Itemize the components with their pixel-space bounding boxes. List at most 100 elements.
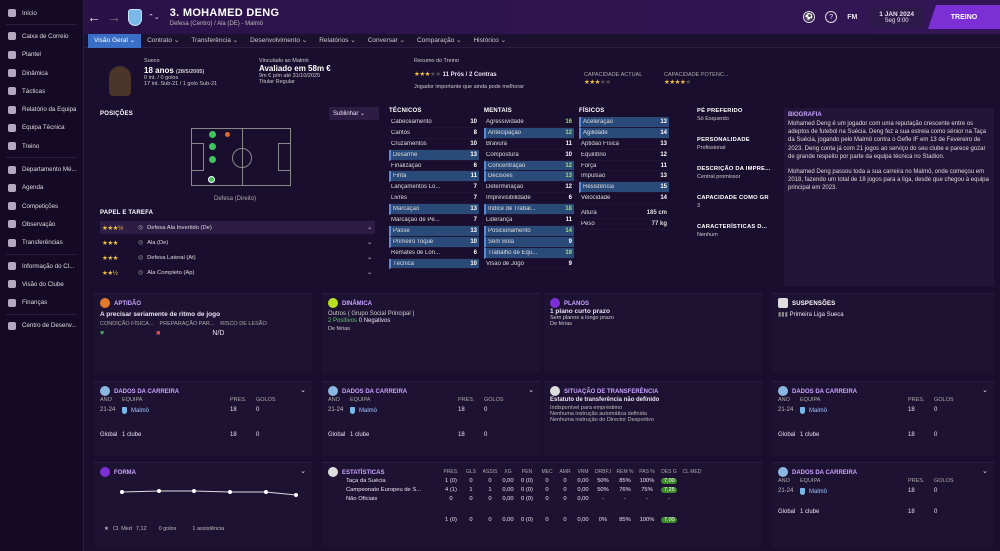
highlight-dropdown[interactable]: Sublinhar ⌄ <box>329 107 379 120</box>
carreira-title[interactable]: DADOS DA CARREIRA <box>114 389 179 395</box>
stats-header[interactable]: GLS <box>462 469 480 475</box>
role-row[interactable]: ★★★½ ◎ Defesa Ala Invertido (De) ⌄ <box>100 221 375 234</box>
back-arrow-icon[interactable]: ← <box>84 9 104 25</box>
dinamica-title[interactable]: DINÂMICA <box>342 301 372 307</box>
tab[interactable]: Transferência ⌄ <box>185 34 244 48</box>
attribute-row[interactable]: Posicionamento 14 <box>484 225 574 237</box>
attribute-row[interactable]: Cabeceamento 10 <box>389 117 479 128</box>
sidebar-item[interactable]: Relatório da Equipa <box>0 100 83 118</box>
attribute-row[interactable]: Resistência 15 <box>579 182 669 194</box>
tab[interactable]: Desenvolvimento ⌄ <box>244 34 313 48</box>
forma-title[interactable]: FORMA <box>114 470 136 476</box>
player-switch-icon[interactable]: ⌃⌄ <box>148 13 160 21</box>
sidebar-item[interactable]: Agenda <box>0 179 83 197</box>
attribute-row[interactable]: Velocidade 14 <box>579 193 669 205</box>
attribute-row[interactable]: Agressividade 16 <box>484 117 574 128</box>
tab[interactable]: Visão Geral ⌄ <box>88 33 142 48</box>
attribute-row[interactable]: Bravura 11 <box>484 139 574 150</box>
sidebar-item[interactable]: Plantel <box>0 46 83 64</box>
attribute-row[interactable]: Impulsão 13 <box>579 171 669 183</box>
fm-logo[interactable]: FM <box>847 14 857 21</box>
attribute-row[interactable]: Índice de Trabal... 18 <box>484 204 574 216</box>
ball-icon[interactable]: ⚽ <box>803 11 816 23</box>
attribute-row[interactable]: Força 11 <box>579 161 669 172</box>
sidebar-item[interactable]: Visão do Clube <box>0 275 83 293</box>
bio-title[interactable]: BIOGRAFIA <box>788 112 990 118</box>
attribute-row[interactable]: Sem Bola 9 <box>484 236 574 248</box>
stats-header[interactable]: REM % <box>614 469 636 475</box>
carreira-title[interactable]: DADOS DA CARREIRA <box>792 470 857 476</box>
stats-header[interactable]: CL MED <box>680 469 704 475</box>
attribute-row[interactable]: Desarme 13 <box>389 149 479 161</box>
stats-header[interactable]: DRBFJ <box>592 469 614 475</box>
role-dropdown-icon[interactable]: ⌄ <box>367 225 372 231</box>
career-team[interactable]: Malmö <box>809 489 827 495</box>
attribute-row[interactable]: Passe 13 <box>389 225 479 237</box>
sidebar-item[interactable]: Dinâmica <box>0 64 83 82</box>
role-dropdown-icon[interactable]: ⌄ <box>367 270 372 276</box>
attribute-row[interactable]: Agilidade 14 <box>579 127 669 139</box>
transfer-title[interactable]: SITUAÇÃO DE TRANSFERÊNCIA <box>564 389 658 395</box>
career-team[interactable]: Malmö <box>131 408 149 414</box>
attribute-row[interactable]: Cruzamentos 10 <box>389 139 479 150</box>
susp-title[interactable]: SUSPENSÕES <box>792 301 835 307</box>
attribute-row[interactable]: Primeiro Toque 10 <box>389 236 479 248</box>
sidebar-item[interactable]: Equipa Técnica <box>0 119 83 137</box>
attribute-row[interactable]: Imprevisibilidade 6 <box>484 193 574 205</box>
sidebar-item[interactable]: Tácticas <box>0 82 83 100</box>
aptidao-title[interactable]: APTIDÃO <box>114 301 141 307</box>
attribute-row[interactable]: Determinação 12 <box>484 182 574 194</box>
attribute-row[interactable]: Finta 11 <box>389 171 479 183</box>
role-row[interactable]: ★★★ ◎ Defesa Lateral (At) ⌄ <box>100 251 375 264</box>
stats-row[interactable]: Não Oficiais 0 0 0 0,00 0 (0) 0 0 0,00 - - - - <box>332 496 757 502</box>
attribute-row[interactable]: Marcação 13 <box>389 204 479 216</box>
attribute-row[interactable]: Decisões 13 <box>484 171 574 183</box>
sidebar-item[interactable]: Departamento Mé... <box>0 160 83 178</box>
stats-row[interactable]: Taça da Suécia 1 (0) 0 0 0,00 0 (0) 0 0 0,00 50% 8… <box>332 478 757 484</box>
continue-button[interactable]: TREINO <box>928 5 1000 29</box>
attribute-row[interactable]: Aceleração 13 <box>579 117 669 128</box>
career-dropdown-icon[interactable]: ⌄ <box>300 386 306 394</box>
tab[interactable]: Conversar ⌄ <box>362 34 411 48</box>
attribute-row[interactable]: Visão de Jogo 9 <box>484 259 574 270</box>
attribute-row[interactable]: Cantos 8 <box>389 128 479 139</box>
attribute-row[interactable]: Liderança 11 <box>484 215 574 226</box>
sidebar-item[interactable]: Transferências <box>0 234 83 252</box>
sidebar-item[interactable]: Treino <box>0 137 83 155</box>
club-crest[interactable] <box>128 8 142 26</box>
career-dropdown-icon[interactable]: ⌄ <box>528 386 534 394</box>
career-dropdown-icon[interactable]: ⌄ <box>982 467 988 475</box>
attribute-row[interactable]: Compostura 10 <box>484 150 574 161</box>
positions-title[interactable]: POSIÇÕES <box>100 111 133 117</box>
stats-header[interactable]: XG <box>500 469 516 475</box>
career-team[interactable]: Malmö <box>359 408 377 414</box>
sidebar-item[interactable]: Observação <box>0 215 83 233</box>
stats-header[interactable]: AMR <box>556 469 574 475</box>
attribute-row[interactable]: Marcação de Pe... 7 <box>389 215 479 226</box>
forward-arrow-icon[interactable]: → <box>104 9 124 25</box>
role-row[interactable]: ★★½ ◎ Ala Completo (Ap) ⌄ <box>100 266 375 279</box>
sidebar-item[interactable]: Início <box>0 4 83 22</box>
attribute-row[interactable]: Antecipação 12 <box>484 127 574 139</box>
sidebar-item[interactable]: Finanças <box>0 293 83 311</box>
tab[interactable]: Relatórios ⌄ <box>313 34 362 48</box>
stats-header[interactable]: ASSIS <box>480 469 500 475</box>
attribute-row[interactable]: Técnica 10 <box>389 258 479 270</box>
stats-row[interactable]: Campeonato Europeu de S... 4 (1) 1 1 0,00 0 (… <box>332 487 757 493</box>
tab[interactable]: Histórico ⌄ <box>467 34 512 48</box>
stats-header[interactable]: PEN <box>516 469 538 475</box>
attribute-row[interactable]: Aptidão Física 13 <box>579 139 669 150</box>
sidebar-item[interactable]: Centro de Desenv... <box>0 317 83 335</box>
sidebar-item[interactable]: Caixa de Correio <box>0 27 83 45</box>
stats-header[interactable]: PRES. <box>440 469 462 475</box>
attribute-row[interactable]: Finalização 6 <box>389 161 479 172</box>
attribute-row[interactable]: Lançamentos Lo... 7 <box>389 182 479 194</box>
carreira-title[interactable]: DADOS DA CARREIRA <box>342 389 407 395</box>
role-dropdown-icon[interactable]: ⌄ <box>367 255 372 261</box>
role-row[interactable]: ★★★ ◎ Ala (De) ⌄ <box>100 236 375 249</box>
sidebar-item[interactable]: Informação do Cl... <box>0 257 83 275</box>
help-icon[interactable]: ? <box>825 11 838 23</box>
attribute-row[interactable]: Trabalho de Equ... 19 <box>484 247 574 259</box>
attribute-row[interactable]: Remates de Lon... 6 <box>389 248 479 259</box>
attribute-row[interactable]: Livres 7 <box>389 193 479 205</box>
